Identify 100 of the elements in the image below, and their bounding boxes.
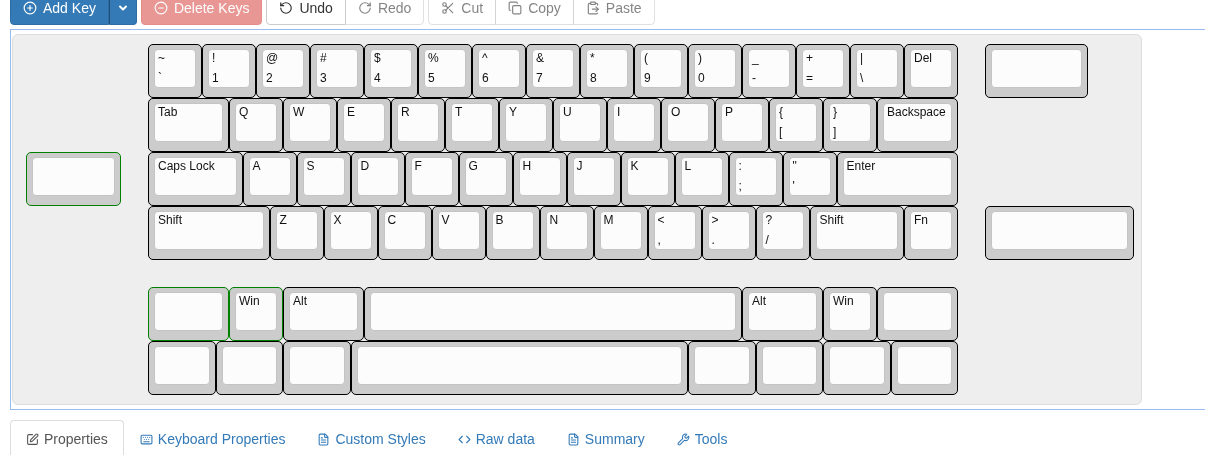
keycap[interactable]: ? / xyxy=(755,206,810,260)
keycap[interactable] xyxy=(755,341,823,395)
keycap[interactable]: Alt xyxy=(742,287,823,341)
key-legend: & xyxy=(536,51,544,65)
keycap[interactable]: D xyxy=(350,152,405,206)
keycap[interactable]: M xyxy=(593,206,648,260)
tab[interactable]: Raw data xyxy=(441,420,551,455)
keycap[interactable] xyxy=(215,341,283,395)
keycap[interactable]: Backspace xyxy=(877,98,958,152)
keycap[interactable]: S xyxy=(296,152,351,206)
toolbar-button[interactable]: Undo xyxy=(266,0,346,25)
keycap[interactable]: Shift xyxy=(148,206,270,260)
keycap[interactable]: Y xyxy=(499,98,553,152)
keycap[interactable]: { [ xyxy=(769,98,823,152)
key-legend: @ xyxy=(266,51,279,65)
paste-icon xyxy=(585,1,600,15)
key-legend: Alt xyxy=(752,294,766,308)
keycap[interactable] xyxy=(877,287,958,341)
keycap[interactable]: Alt xyxy=(283,287,364,341)
keycap[interactable] xyxy=(688,341,756,395)
keycap[interactable]: @ 2 xyxy=(256,44,310,98)
keycap[interactable]: L xyxy=(674,152,729,206)
keycap[interactable]: T xyxy=(445,98,499,152)
tab[interactable]: Properties xyxy=(10,420,124,455)
keycap[interactable]: H xyxy=(512,152,567,206)
keycap[interactable] xyxy=(890,341,958,395)
keycap[interactable]: > . xyxy=(701,206,756,260)
key-legend: 7 xyxy=(536,71,543,85)
keycap[interactable]: & 7 xyxy=(526,44,580,98)
keycap[interactable]: ! 1 xyxy=(202,44,256,98)
key-legend: Fn xyxy=(914,213,928,227)
keycap[interactable]: I xyxy=(607,98,661,152)
keycap[interactable]: J xyxy=(566,152,621,206)
tab[interactable]: Keyboard Properties xyxy=(123,420,302,455)
key-legend: Q xyxy=(239,105,249,119)
key-legend: 1 xyxy=(212,71,219,85)
keycap[interactable]: : ; xyxy=(728,152,783,206)
keycap[interactable] xyxy=(985,206,1134,260)
keycap[interactable]: < , xyxy=(647,206,702,260)
copy-icon xyxy=(508,1,523,15)
keycap[interactable]: Shift xyxy=(809,206,904,260)
keycap[interactable]: % 5 xyxy=(418,44,472,98)
keycap[interactable]: G xyxy=(458,152,513,206)
keycap[interactable]: Tab xyxy=(148,98,229,152)
toolbar-button[interactable]: Add Key xyxy=(10,0,109,25)
keycap[interactable]: $ 4 xyxy=(364,44,418,98)
tab[interactable]: Tools xyxy=(660,420,744,455)
keycap[interactable]: | \ xyxy=(850,44,904,98)
scissors-icon xyxy=(441,1,456,15)
keycap[interactable]: Caps Lock xyxy=(148,152,243,206)
key-legend: W xyxy=(293,105,305,119)
keycap[interactable]: ~ ` xyxy=(148,44,202,98)
key-legend: Win xyxy=(833,294,854,308)
keycap[interactable]: ) 0 xyxy=(688,44,742,98)
keycap[interactable]: Enter xyxy=(836,152,958,206)
keycap[interactable]: + = xyxy=(796,44,850,98)
keycap[interactable]: A xyxy=(242,152,297,206)
keycap[interactable]: B xyxy=(485,206,540,260)
keycap[interactable]: O xyxy=(661,98,715,152)
key-legend: T xyxy=(455,105,463,119)
keycap[interactable]: Win xyxy=(823,287,877,341)
key-legend: : xyxy=(738,159,742,173)
keycap[interactable]: _ - xyxy=(742,44,796,98)
tab[interactable]: Custom Styles xyxy=(301,420,442,455)
keycap[interactable]: U xyxy=(553,98,607,152)
keycap[interactable]: K xyxy=(620,152,675,206)
keycap[interactable]: C xyxy=(377,206,432,260)
keycap[interactable] xyxy=(350,341,688,395)
keycap[interactable]: R xyxy=(391,98,445,152)
key-legend: , xyxy=(657,233,661,247)
key-legend: 3 xyxy=(320,71,327,85)
keycap[interactable]: * 8 xyxy=(580,44,634,98)
keycap[interactable]: Win xyxy=(229,287,283,341)
key-legend: ( xyxy=(644,51,648,65)
keycap[interactable]: # 3 xyxy=(310,44,364,98)
keycap[interactable]: P xyxy=(715,98,769,152)
keycap[interactable]: Q xyxy=(229,98,283,152)
keycap[interactable]: N xyxy=(539,206,594,260)
keycap[interactable]: Fn xyxy=(904,206,958,260)
keycap[interactable] xyxy=(364,287,742,341)
dropdown-button[interactable] xyxy=(108,0,137,25)
key-legend: + xyxy=(806,51,813,65)
keycap[interactable]: } ] xyxy=(823,98,877,152)
key-legend: ` xyxy=(158,71,162,85)
keycap[interactable]: ^ 6 xyxy=(472,44,526,98)
keycap[interactable]: Del xyxy=(904,44,958,98)
keycap[interactable]: ( 9 xyxy=(634,44,688,98)
keycap[interactable]: Z xyxy=(269,206,324,260)
keycap[interactable] xyxy=(283,341,351,395)
keycap[interactable] xyxy=(148,341,216,395)
keycap[interactable] xyxy=(985,44,1088,98)
keycap[interactable]: X xyxy=(323,206,378,260)
keycap[interactable]: V xyxy=(431,206,486,260)
keycap[interactable]: F xyxy=(404,152,459,206)
tab[interactable]: Summary xyxy=(550,420,661,455)
keycap[interactable] xyxy=(823,341,891,395)
key-legend: ~ xyxy=(158,51,165,65)
keycap[interactable]: " ' xyxy=(782,152,837,206)
keycap[interactable]: W xyxy=(283,98,337,152)
keycap[interactable]: E xyxy=(337,98,391,152)
